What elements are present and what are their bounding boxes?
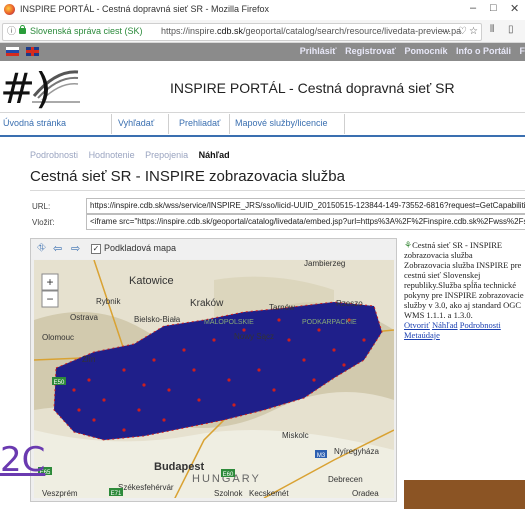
label-krakow: Kraków <box>190 298 224 309</box>
map-canvas[interactable]: + − Katowice Rybnik Kraków Tarnów Rzeszo… <box>34 260 394 498</box>
page-actions-icon[interactable]: ··· <box>441 26 451 37</box>
label-kecskemet: Kecskemét <box>249 489 289 498</box>
flag-en-icon[interactable] <box>26 47 40 56</box>
login-link[interactable]: Prihlásiť <box>300 46 337 56</box>
title-divider <box>30 190 525 191</box>
embed-label: Vložiť: <box>32 218 55 227</box>
close-button[interactable]: ✕ <box>510 2 519 15</box>
portal-header: INSPIRE PORTÁL - Cestná dopravná sieť SR <box>0 62 525 112</box>
shield-m3: M3 <box>317 453 326 459</box>
page-header-title: INSPIRE PORTÁL - Cestná dopravná sieť SR <box>170 80 455 96</box>
feedback-link[interactable]: F <box>520 46 525 56</box>
subnav-rating[interactable]: Hodnotenie <box>89 150 135 160</box>
zoom-out-label: − <box>46 292 53 306</box>
overlay-text: #) <box>0 64 52 113</box>
tab-search[interactable]: Vyhľadať <box>118 118 154 128</box>
label-malopolskie: MALOPOLSKIE <box>204 319 254 326</box>
shield-e50: E50 <box>54 380 65 386</box>
shield-e60: E60 <box>223 472 234 478</box>
label-rzeszow: Rzeszo <box>336 299 363 308</box>
help-link[interactable]: Pomocník <box>404 46 447 56</box>
subnav-relationships[interactable]: Prepojenia <box>145 150 188 160</box>
label-oradea: Oradea <box>352 489 379 498</box>
label-zlin: Zlín <box>82 355 95 364</box>
label-olomouc: Olomouc <box>42 333 74 342</box>
window-title: INSPIRE PORTÁL - Cestná dopravná sieť SR… <box>20 4 269 14</box>
about-link[interactable]: Info o Portáli <box>456 46 511 56</box>
back-arrow-icon[interactable]: ⇦ <box>53 242 62 255</box>
main-tabs: Úvodná stránka Vyhľadať Prehliadať Mapov… <box>0 112 525 137</box>
label-bielsko: Bielsko-Biała <box>134 315 181 324</box>
top-nav-links: Prihlásiť Registrovať Pomocník Info o Po… <box>294 46 525 56</box>
tab-home[interactable]: Úvodná stránka <box>3 118 66 128</box>
url-input[interactable]: ⓘ Slovenská správa ciest (SK) https://in… <box>2 23 482 41</box>
service-url-field[interactable]: https://inspire.cdb.sk/wss/service/INSPI… <box>86 198 525 214</box>
bookmark-star-icon[interactable]: ☆ <box>469 26 478 37</box>
service-title: Cestná sieť SR - INSPIRE zobrazovacia sl… <box>404 240 503 260</box>
minimize-button[interactable]: – <box>470 2 476 14</box>
label-debrecen: Debrecen <box>328 475 363 484</box>
label-miskolc: Miskolc <box>282 431 309 440</box>
embed-code-field[interactable]: <iframe src="https://inspire.cdb.sk/geop… <box>86 214 525 230</box>
sidebar-icon[interactable]: ▯ <box>508 24 514 35</box>
url-label: URL: <box>32 202 51 211</box>
pocket-icon[interactable]: ♡ <box>458 26 467 37</box>
brown-overlay-box <box>404 480 525 509</box>
label-podkarpackie: PODKARPACKIE <box>302 319 357 326</box>
basemap-label: Podkladová mapa <box>104 243 177 253</box>
resource-subnav: Podrobnosti Hodnotenie Prepojenia Náhľad <box>30 150 238 160</box>
label-veszprem: Veszprém <box>42 489 78 498</box>
forward-arrow-icon[interactable]: ⇨ <box>71 242 80 255</box>
zoom-in-label: + <box>46 275 53 289</box>
details-link[interactable]: Podrobnosti <box>460 320 501 330</box>
open-link[interactable]: Otvoriť <box>404 320 430 330</box>
map-toolbar: ⛗ ⇦ ⇨ ✓ Podkladová mapa <box>31 239 396 259</box>
address-bar: ⓘ Slovenská správa ciest (SK) https://in… <box>0 20 525 43</box>
url-text[interactable]: https://inspire.cdb.sk/geoportal/catalog… <box>161 26 461 36</box>
overlay-link[interactable]: 2C <box>0 440 45 480</box>
label-katowice: Katowice <box>129 275 174 287</box>
subnav-details[interactable]: Podrobnosti <box>30 150 78 160</box>
tab-divider <box>111 114 112 134</box>
label-nyiregyhaza: Nyíregyháza <box>334 447 379 456</box>
service-info-panel: ⚘Cestná sieť SR - INSPIRE zobrazovacia s… <box>404 240 525 340</box>
firefox-icon <box>4 4 15 15</box>
embed-row: Vložiť: <iframe src="https://inspire.cdb… <box>30 214 525 232</box>
label-tarnow: Tarnów <box>269 303 295 312</box>
shield-e71: E71 <box>111 491 122 497</box>
register-link[interactable]: Registrovať <box>345 46 396 56</box>
map-lowlands <box>34 430 394 498</box>
layers-icon[interactable]: ⛗ <box>37 242 46 255</box>
top-nav: Prihlásiť Registrovať Pomocník Info o Po… <box>0 43 525 61</box>
flag-sk-icon[interactable] <box>6 47 19 56</box>
basemap-checkbox[interactable]: ✓ <box>91 244 101 254</box>
tab-divider <box>168 114 169 134</box>
library-icon[interactable]: ⫴ <box>490 24 494 35</box>
map-panel: ⛗ ⇦ ⇨ ✓ Podkladová mapa + − Katowice Ryb… <box>30 238 397 502</box>
lock-icon[interactable] <box>19 25 26 34</box>
tab-map-services[interactable]: Mapové služby/licencie <box>235 118 328 128</box>
service-description: Zobrazovacia služba INSPIRE pre cestnú s… <box>404 260 524 320</box>
subnav-preview[interactable]: Náhľad <box>199 150 230 160</box>
preview-link[interactable]: Náhľad <box>432 320 458 330</box>
label-nowy-sacz: Nowy Sącz <box>234 332 274 341</box>
maximize-button[interactable]: □ <box>490 2 497 14</box>
tab-divider <box>344 114 345 134</box>
site-identity[interactable]: Slovenská správa ciest (SK) <box>30 26 143 36</box>
label-ostrava: Ostrava <box>70 313 99 322</box>
tab-divider <box>229 114 230 134</box>
label-budapest: Budapest <box>154 461 204 473</box>
label-jambierzeg: Jambierzeg <box>304 260 345 268</box>
service-icon: ⚘ <box>404 240 413 250</box>
label-szekesfehervar: Székesfehérvár <box>118 483 174 492</box>
metadata-link[interactable]: Metaúdaje <box>404 330 440 340</box>
label-szolnok: Szolnok <box>214 489 243 498</box>
window-titlebar: INSPIRE PORTÁL - Cestná dopravná sieť SR… <box>0 0 525 21</box>
label-rybnik: Rybnik <box>96 297 121 306</box>
tab-browse[interactable]: Prehliadať <box>179 118 220 128</box>
page-title: Cestná sieť SR - INSPIRE zobrazovacia sl… <box>30 168 345 185</box>
